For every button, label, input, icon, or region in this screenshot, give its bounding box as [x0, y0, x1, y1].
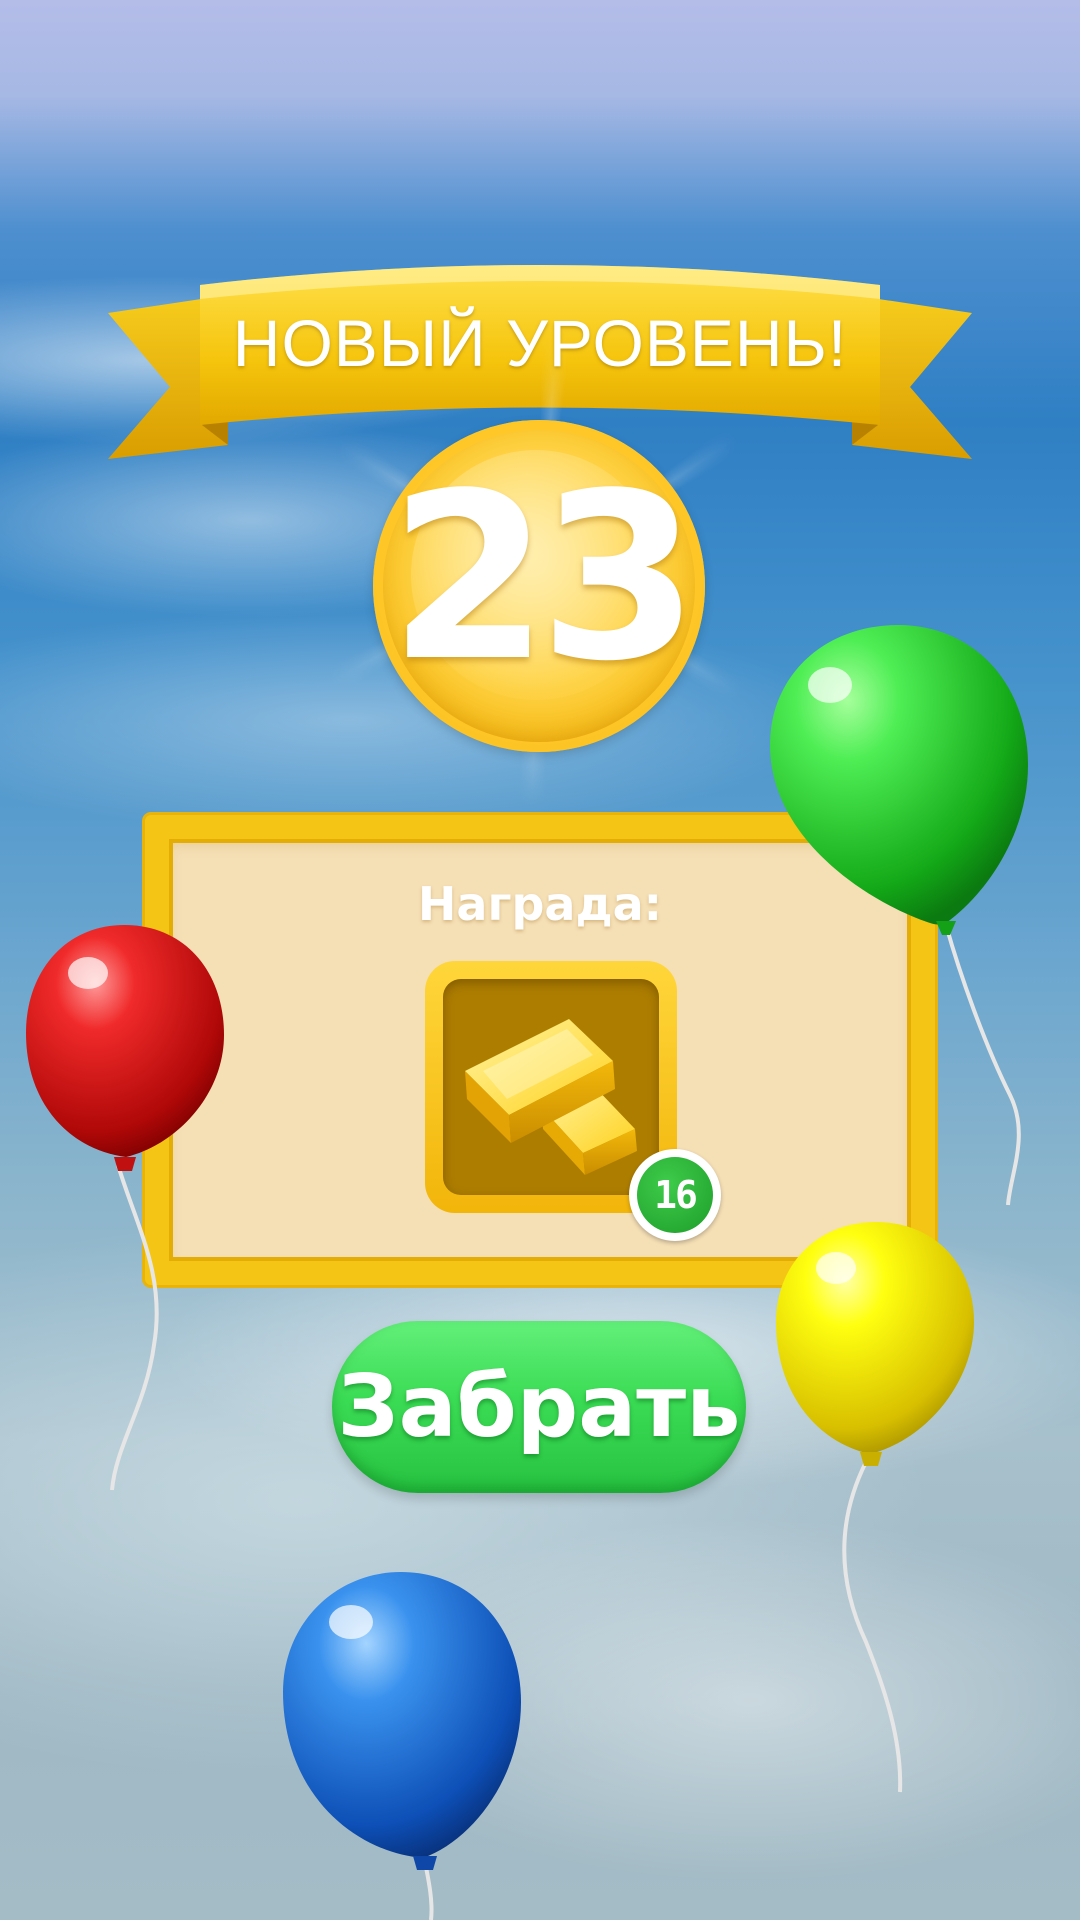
gold-bars-icon [465, 1019, 637, 1175]
green-balloon [770, 625, 1030, 1206]
claim-button[interactable]: Забрать [332, 1321, 746, 1493]
reward-item-frame [443, 979, 659, 1195]
level-medal: 23 [373, 420, 705, 752]
yellow-balloon [776, 1222, 976, 1793]
blue-balloon [283, 1572, 523, 1920]
reward-count: 16 [637, 1157, 713, 1233]
claim-button-label: Забрать [337, 1357, 741, 1457]
red-balloon [26, 925, 226, 1495]
level-number: 23 [388, 445, 699, 712]
reward-count-badge: 16 [629, 1149, 721, 1241]
